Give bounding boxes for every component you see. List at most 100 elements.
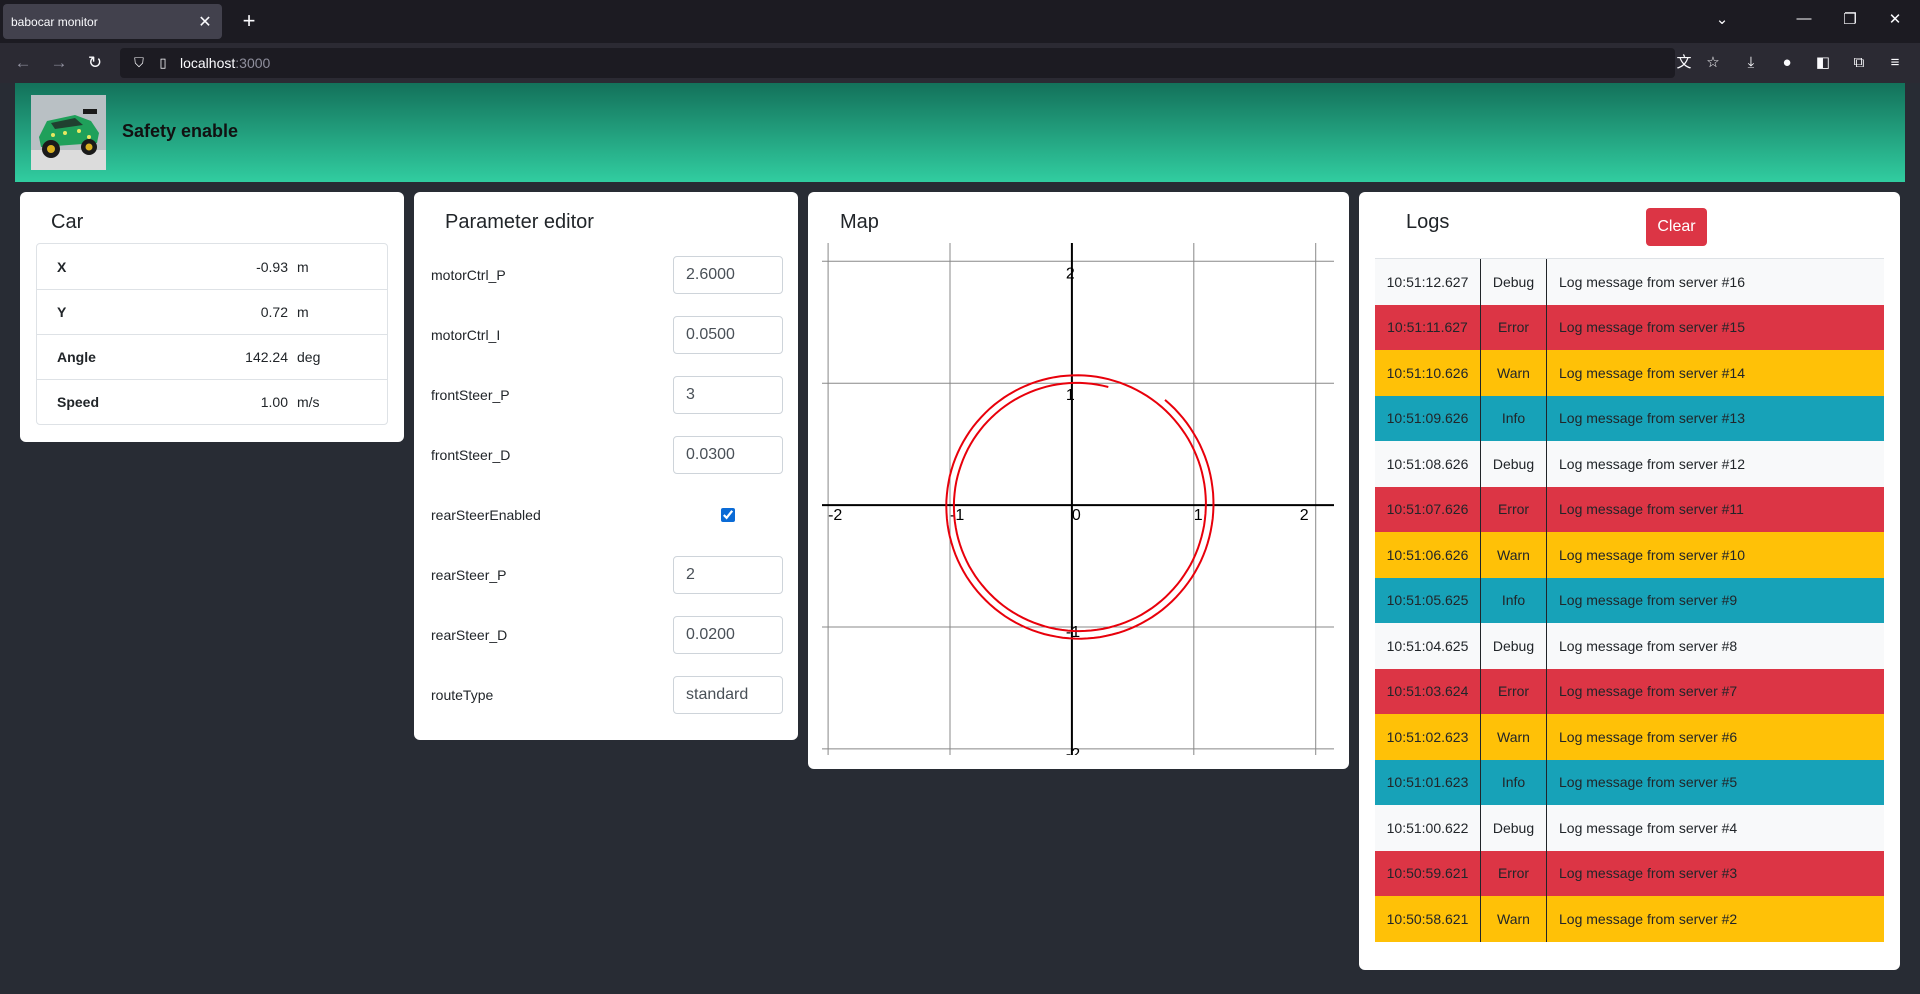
- param-label: rearSteerEnabled: [431, 507, 541, 523]
- log-time: 10:51:00.622: [1375, 805, 1481, 851]
- log-row: 10:51:04.625 Debug Log message from server…: [1375, 623, 1884, 669]
- menu-icon[interactable]: ≡: [1884, 53, 1906, 73]
- log-table: 10:51:12.627 Debug Log message from server…: [1375, 258, 1884, 942]
- car-unit: deg: [297, 349, 321, 365]
- account-avatar-icon[interactable]: ●: [1776, 53, 1798, 73]
- log-time: 10:51:10.626: [1375, 350, 1481, 396]
- forward-icon[interactable]: →: [47, 52, 71, 74]
- car-row-x: X -0.93 m: [37, 244, 387, 289]
- browser-navbar: ← → ↻ ⛉ ▯ localhost:3000 文 ☆ ⤓ ● ◧ ⧉ ≡: [0, 43, 1920, 83]
- log-message: Log message from server #4: [1559, 819, 1738, 836]
- log-time: 10:51:04.625: [1375, 623, 1481, 669]
- log-row: 10:51:09.626 Info Log message from server …: [1375, 395, 1884, 441]
- new-tab-icon[interactable]: +: [236, 8, 262, 34]
- log-time: 10:50:58.621: [1375, 896, 1481, 942]
- log-level: Info: [1481, 395, 1547, 441]
- log-time: 10:51:09.626: [1375, 395, 1481, 441]
- param-checkbox-rearsteerenabled[interactable]: [721, 508, 735, 522]
- param-input-routetype[interactable]: [673, 676, 783, 714]
- map-y-tick-label: 2: [1066, 265, 1075, 282]
- log-row: 10:50:59.621 Error Log message from server…: [1375, 850, 1884, 896]
- log-row: 10:50:58.621 Warn Log message from server …: [1375, 896, 1884, 942]
- close-window-icon[interactable]: ✕: [1883, 10, 1907, 28]
- log-level: Error: [1481, 850, 1547, 896]
- log-level: Warn: [1481, 532, 1547, 578]
- log-time: 10:51:12.627: [1375, 259, 1481, 305]
- reload-icon[interactable]: ↻: [83, 52, 107, 74]
- log-level: Info: [1481, 759, 1547, 805]
- map-tick-labels: -2 -1 0 1 221-1-2: [828, 265, 1309, 755]
- log-level: Debug: [1481, 441, 1547, 487]
- map-card: Map -2 -1 0 1 2 2 1 -1 -2: [808, 192, 1349, 769]
- car-unit: m: [297, 258, 309, 275]
- log-time: 10:51:07.626: [1375, 486, 1481, 532]
- log-message: Log message from server #14: [1559, 364, 1745, 381]
- downloads-icon[interactable]: ⤓: [1740, 53, 1762, 73]
- param-input-frontsteer-p[interactable]: [673, 376, 783, 414]
- map-grid: [822, 243, 1334, 755]
- app-header: Safety enable: [15, 83, 1905, 182]
- log-level: Warn: [1481, 714, 1547, 760]
- extensions-puzzle-icon[interactable]: ⧉: [1848, 53, 1870, 73]
- car-label: Y: [57, 304, 67, 320]
- map-x-tick-label: 0: [1072, 507, 1081, 524]
- log-message: Log message from server #9: [1559, 592, 1738, 609]
- param-label: frontSteer_P: [431, 387, 510, 403]
- log-row: 10:51:00.622 Debug Log message from server…: [1375, 805, 1884, 851]
- translate-icon[interactable]: 文: [1673, 53, 1695, 73]
- param-input-rearsteer-p[interactable]: [673, 556, 783, 594]
- car-value: -0.93: [256, 258, 288, 275]
- shield-icon[interactable]: ⛉: [132, 55, 146, 71]
- car-label: Angle: [57, 349, 96, 365]
- param-label: motorCtrl_P: [431, 267, 506, 283]
- extension-shield-icon[interactable]: ◧: [1812, 53, 1834, 73]
- log-time: 10:51:06.626: [1375, 532, 1481, 578]
- log-level: Debug: [1481, 805, 1547, 851]
- log-message: Log message from server #11: [1559, 501, 1744, 518]
- car-unit: m: [297, 304, 309, 320]
- map-plot[interactable]: -2 -1 0 1 221-1-2: [822, 243, 1334, 755]
- param-label: routeType: [431, 687, 494, 703]
- param-row-rearsteer-d: rearSteer_D: [431, 615, 783, 655]
- log-time: 10:51:05.625: [1375, 577, 1481, 623]
- page-icon[interactable]: ▯: [156, 55, 170, 71]
- param-row-rearsteerenabled: rearSteerEnabled: [431, 495, 783, 535]
- log-row: 10:51:10.626 Warn Log message from server …: [1375, 350, 1884, 396]
- restore-icon[interactable]: ❐: [1838, 10, 1862, 28]
- bookmark-star-icon[interactable]: ☆: [1702, 53, 1724, 73]
- list-tabs-icon[interactable]: ⌄: [1710, 10, 1734, 28]
- log-time: 10:50:59.621: [1375, 850, 1481, 896]
- log-time: 10:51:02.623: [1375, 714, 1481, 760]
- url-text: localhost:3000: [180, 55, 270, 71]
- map-x-tick-label: 1: [1194, 507, 1203, 524]
- back-icon[interactable]: ←: [11, 52, 35, 74]
- url-bar[interactable]: ⛉ ▯ localhost:3000: [120, 48, 1675, 78]
- minimize-icon[interactable]: —: [1792, 10, 1816, 27]
- log-level: Error: [1481, 486, 1547, 532]
- log-message: Log message from server #2: [1559, 910, 1738, 927]
- log-row: 10:51:07.626 Error Log message from server…: [1375, 486, 1884, 532]
- log-time: 10:51:03.624: [1375, 668, 1481, 714]
- map-x-tick-label: -2: [828, 507, 842, 524]
- log-level: Warn: [1481, 896, 1547, 942]
- car-row-speed: Speed 1.00 m/s: [37, 379, 387, 424]
- header-title: Safety enable: [122, 121, 239, 141]
- log-row: 10:51:12.627 Debug Log message from server…: [1375, 259, 1884, 305]
- log-message: Log message from server #12: [1559, 455, 1745, 472]
- log-level: Warn: [1481, 350, 1547, 396]
- param-input-rearsteer-d[interactable]: [673, 616, 783, 654]
- param-row-frontsteer-d: frontSteer_D: [431, 435, 783, 475]
- param-row-frontsteer-p: frontSteer_P: [431, 375, 783, 415]
- log-message: Log message from server #3: [1559, 865, 1738, 882]
- tab-close-icon[interactable]: ✕: [196, 12, 214, 32]
- log-message: Log message from server #5: [1559, 774, 1738, 791]
- param-label: frontSteer_D: [431, 447, 511, 463]
- clear-logs-button[interactable]: Clear: [1646, 208, 1707, 246]
- log-row: 10:51:11.627 Error Log message from server…: [1375, 304, 1884, 350]
- param-input-motorctrl-i[interactable]: [673, 316, 783, 354]
- log-message: Log message from server #13: [1559, 410, 1745, 427]
- browser-tab[interactable]: babocar monitor ✕: [3, 4, 222, 39]
- param-input-motorctrl-p[interactable]: [673, 256, 783, 294]
- param-input-frontsteer-d[interactable]: [673, 436, 783, 474]
- car-value: 1.00: [260, 394, 288, 410]
